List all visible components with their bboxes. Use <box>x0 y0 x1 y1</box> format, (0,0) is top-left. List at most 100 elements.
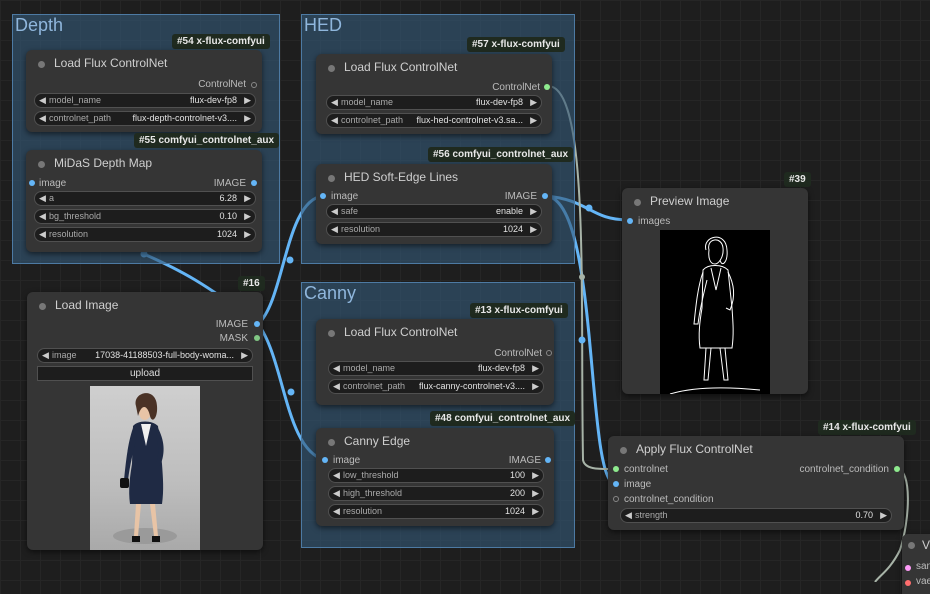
widget-value: flux-dev-fp8 <box>189 95 237 105</box>
input-slot[interactable] <box>905 580 911 586</box>
arrow-left-icon[interactable]: ◀ <box>331 223 338 236</box>
input-slot-image[interactable] <box>320 193 326 199</box>
canny-edge-node[interactable]: Canny Edge image IMAGE ◀ low_threshold 1… <box>316 428 554 526</box>
arrow-left-icon[interactable]: ◀ <box>39 228 46 241</box>
arrow-right-icon[interactable]: ▶ <box>532 469 539 482</box>
arrow-left-icon[interactable]: ◀ <box>625 509 632 522</box>
model-name-combo[interactable]: ◀ model_name flux-dev-fp8 ▶ <box>326 95 542 110</box>
input-slot-image[interactable] <box>29 180 35 186</box>
arrow-right-icon[interactable]: ▶ <box>532 362 539 375</box>
controlnet-path-combo[interactable]: ◀ controlnet_path flux-hed-controlnet-v3… <box>326 113 542 128</box>
bg-threshold-number[interactable]: ◀ bg_threshold 0.10 ▶ <box>34 209 256 224</box>
arrow-left-icon[interactable]: ◀ <box>39 210 46 223</box>
group-hed-title: HED <box>304 15 343 35</box>
collapse-dot-icon[interactable] <box>620 447 627 454</box>
output-slot[interactable] <box>251 82 257 88</box>
hed-soft-edge-node[interactable]: HED Soft-Edge Lines image IMAGE ◀ safe e… <box>316 164 552 244</box>
midas-depth-node[interactable]: MiDaS Depth Map image IMAGE ◀ a 6.28 ▶ ◀… <box>26 150 262 252</box>
arrow-right-icon[interactable]: ▶ <box>241 349 248 362</box>
arrow-left-icon[interactable]: ◀ <box>333 487 340 500</box>
output-slot-image[interactable] <box>254 321 260 327</box>
widget-label: model_name <box>343 363 396 373</box>
input-slot-controlnet[interactable] <box>613 466 619 472</box>
partial-node[interactable]: V san vae <box>902 534 930 594</box>
output-slot-condition[interactable] <box>894 466 900 472</box>
model-name-combo[interactable]: ◀ model_name flux-dev-fp8 ▶ <box>34 93 256 108</box>
group-depth-title: Depth <box>15 15 64 35</box>
widget-label: resolution <box>343 506 383 516</box>
arrow-right-icon[interactable]: ▶ <box>244 210 251 223</box>
canny-load-controlnet-node[interactable]: Load Flux ControlNet ControlNet ◀ model_… <box>316 319 554 405</box>
arrow-left-icon[interactable]: ◀ <box>333 362 340 375</box>
output-label-image: IMAGE <box>215 319 248 330</box>
collapse-dot-icon[interactable] <box>38 61 45 68</box>
arrow-right-icon[interactable]: ▶ <box>244 192 251 205</box>
image-combo[interactable]: ◀ image 17038-41188503-full-body-woma...… <box>37 348 253 363</box>
node-badge: #57 x-flux-comfyui <box>467 37 565 52</box>
arrow-right-icon[interactable]: ▶ <box>530 223 537 236</box>
output-label: IMAGE <box>508 455 541 466</box>
load-image-node[interactable]: Load Image IMAGE MASK ◀ image 17038-4118… <box>27 292 263 550</box>
low-threshold-number[interactable]: ◀ low_threshold 100 ▶ <box>328 468 544 483</box>
arrow-left-icon[interactable]: ◀ <box>331 205 338 218</box>
strength-number[interactable]: ◀ strength 0.70 ▶ <box>620 508 892 523</box>
resolution-number[interactable]: ◀ resolution 1024 ▶ <box>328 504 544 519</box>
arrow-right-icon[interactable]: ▶ <box>530 205 537 218</box>
collapse-dot-icon[interactable] <box>328 175 335 182</box>
output-slot-image[interactable] <box>542 193 548 199</box>
arrow-right-icon[interactable]: ▶ <box>244 94 251 107</box>
safe-toggle[interactable]: ◀ safe enable ▶ <box>326 204 542 219</box>
collapse-dot-icon[interactable] <box>908 542 915 549</box>
collapse-dot-icon[interactable] <box>328 439 335 446</box>
depth-load-controlnet-node[interactable]: Load Flux ControlNet ControlNet ◀ model_… <box>26 50 262 132</box>
collapse-dot-icon[interactable] <box>634 199 641 206</box>
arrow-right-icon[interactable]: ▶ <box>244 228 251 241</box>
arrow-right-icon[interactable]: ▶ <box>532 380 539 393</box>
arrow-left-icon[interactable]: ◀ <box>333 380 340 393</box>
output-slot-image[interactable] <box>545 457 551 463</box>
arrow-right-icon[interactable]: ▶ <box>530 96 537 109</box>
model-name-combo[interactable]: ◀ model_name flux-dev-fp8 ▶ <box>328 361 544 376</box>
output-slot-image[interactable] <box>251 180 257 186</box>
input-label: san <box>916 561 930 572</box>
input-slot-condition[interactable] <box>613 496 619 502</box>
arrow-left-icon[interactable]: ◀ <box>331 114 338 127</box>
arrow-left-icon[interactable]: ◀ <box>39 192 46 205</box>
arrow-right-icon[interactable]: ▶ <box>532 505 539 518</box>
controlnet-path-combo[interactable]: ◀ controlnet_path flux-depth-controlnet-… <box>34 111 256 126</box>
preview-image-node[interactable]: Preview Image images <box>622 188 808 394</box>
apply-flux-controlnet-node[interactable]: Apply Flux ControlNet controlnet image c… <box>608 436 904 530</box>
arrow-left-icon[interactable]: ◀ <box>42 349 49 362</box>
widget-label: low_threshold <box>343 470 399 480</box>
high-threshold-number[interactable]: ◀ high_threshold 200 ▶ <box>328 486 544 501</box>
a-number[interactable]: ◀ a 6.28 ▶ <box>34 191 256 206</box>
hed-load-controlnet-node[interactable]: Load Flux ControlNet ControlNet ◀ model_… <box>316 54 552 134</box>
resolution-number[interactable]: ◀ resolution 1024 ▶ <box>326 222 542 237</box>
input-label-image: image <box>624 479 652 490</box>
output-slot[interactable] <box>544 84 550 90</box>
arrow-left-icon[interactable]: ◀ <box>333 505 340 518</box>
controlnet-path-combo[interactable]: ◀ controlnet_path flux-canny-controlnet-… <box>328 379 544 394</box>
arrow-left-icon[interactable]: ◀ <box>39 94 46 107</box>
upload-button[interactable]: upload <box>37 366 253 381</box>
output-slot[interactable] <box>546 350 552 356</box>
widget-label: safe <box>341 206 359 216</box>
input-slot-images[interactable] <box>627 218 633 224</box>
collapse-dot-icon[interactable] <box>38 161 45 168</box>
arrow-left-icon[interactable]: ◀ <box>39 112 46 125</box>
arrow-right-icon[interactable]: ▶ <box>532 487 539 500</box>
arrow-left-icon[interactable]: ◀ <box>333 469 340 482</box>
output-slot-mask[interactable] <box>254 335 260 341</box>
input-slot[interactable] <box>905 565 911 571</box>
collapse-dot-icon[interactable] <box>328 330 335 337</box>
collapse-dot-icon[interactable] <box>39 303 46 310</box>
input-slot-image[interactable] <box>322 457 328 463</box>
resolution-number[interactable]: ◀ resolution 1024 ▶ <box>34 227 256 242</box>
input-slot-image[interactable] <box>613 481 619 487</box>
collapse-dot-icon[interactable] <box>328 65 335 72</box>
arrow-right-icon[interactable]: ▶ <box>530 114 537 127</box>
arrow-right-icon[interactable]: ▶ <box>880 509 887 522</box>
arrow-right-icon[interactable]: ▶ <box>244 112 251 125</box>
arrow-left-icon[interactable]: ◀ <box>331 96 338 109</box>
widget-label: model_name <box>49 95 102 105</box>
